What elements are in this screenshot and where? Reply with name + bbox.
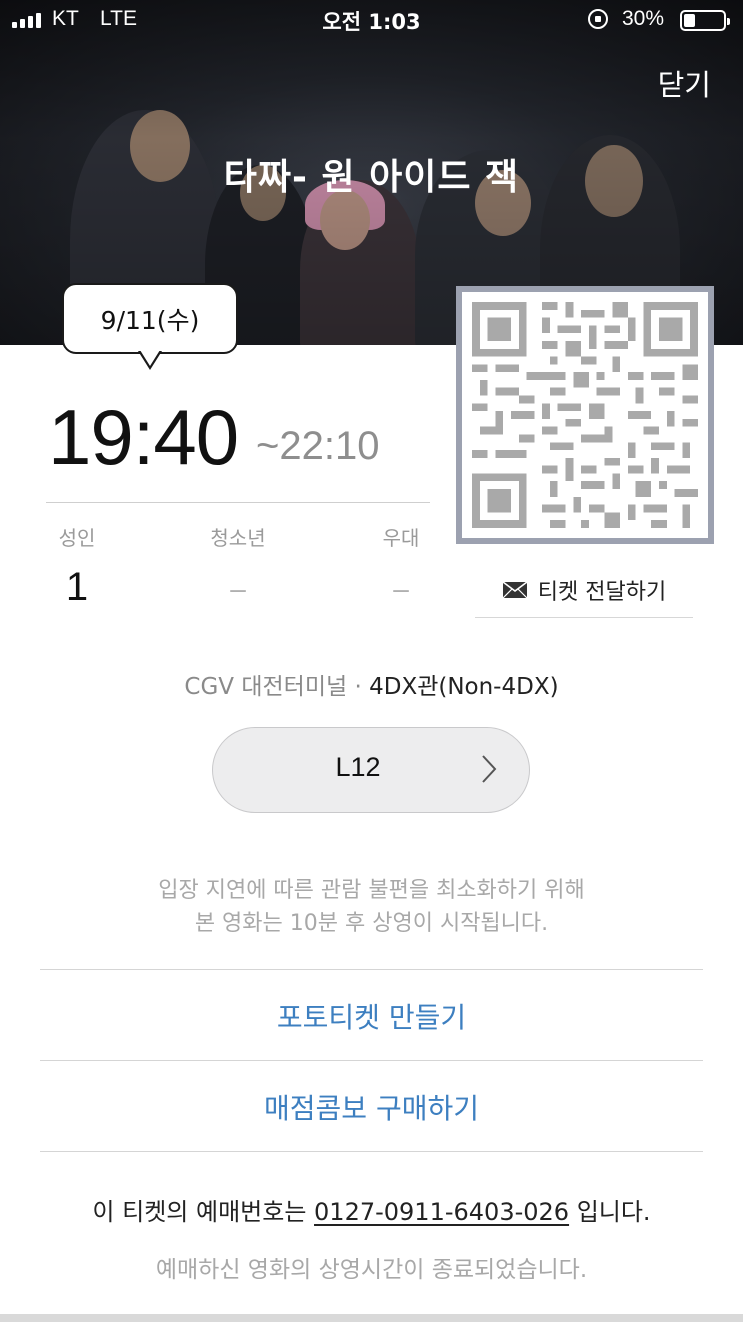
audience-count: – [393, 573, 409, 604]
end-time: ~22:10 [256, 424, 380, 468]
audience-preferential: 우대 – [346, 522, 456, 605]
tooltip-tail-fill [140, 350, 160, 366]
entry-notice: 입장 지연에 따른 관람 불편을 최소화하기 위해 본 영화는 10분 후 상영… [0, 874, 743, 940]
divider [40, 1151, 703, 1152]
battery-icon [680, 10, 730, 31]
seat-number: L12 [335, 752, 381, 782]
notice-line: 본 영화는 10분 후 상영이 시작됩니다. [194, 911, 549, 936]
notice-line: 입장 지연에 따른 관람 불편을 최소화하기 위해 [158, 878, 585, 903]
audience-count: – [230, 573, 246, 604]
ticket-transfer-label: 티켓 전달하기 [537, 579, 667, 605]
start-time: 19:40 [48, 393, 239, 481]
booking-number-text: 이 티켓의 예매번호는 0127-0911-6403-026 입니다. [0, 1192, 743, 1227]
movie-title: 타짜- 원 아이드 잭 [223, 157, 520, 198]
theater-name: CGV 대전터미널 · [184, 674, 370, 700]
photo-ticket-link[interactable]: 포토티켓 만들기 [0, 996, 743, 1036]
qr-code-icon [456, 286, 714, 544]
booking-suffix: 입니다. [569, 1198, 651, 1226]
close-button[interactable]: 닫기 [658, 62, 711, 104]
screening-ended-text: 예매하신 영화의 상영시간이 종료되었습니다. [155, 1257, 588, 1283]
audience-label: 청소년 [210, 526, 266, 550]
seat-button[interactable]: L12 [212, 727, 530, 813]
bottom-edge [0, 1314, 743, 1322]
mail-icon [502, 580, 528, 598]
theater-hall: 4DX관(Non-4DX) [369, 674, 559, 700]
chevron-right-icon [482, 755, 497, 783]
snack-combo-link[interactable]: 매점콤보 구매하기 [0, 1087, 743, 1127]
audience-count: 1 [65, 565, 89, 609]
divider [46, 502, 430, 503]
divider [40, 969, 703, 970]
status-bar: KT LTE 오전 1:03 30% [0, 0, 743, 40]
audience-adult: 성인 1 [22, 522, 132, 610]
qr-code-graphic [472, 302, 698, 528]
audience-label: 우대 [382, 526, 420, 550]
date-tooltip: 9/11(수) [62, 283, 238, 354]
booking-prefix: 이 티켓의 예매번호는 [92, 1198, 315, 1226]
audience-youth: 청소년 – [183, 522, 293, 605]
battery-percent: 30% [622, 7, 665, 30]
show-date: 9/11(수) [100, 305, 200, 335]
audience-label: 성인 [58, 526, 96, 550]
rotation-lock-icon [588, 9, 608, 29]
ticket-transfer-button[interactable]: 티켓 전달하기 [475, 562, 693, 618]
theater-info: CGV 대전터미널 · 4DX관(Non-4DX) [0, 667, 743, 701]
divider [40, 1060, 703, 1061]
booking-number[interactable]: 0127-0911-6403-026 [314, 1198, 569, 1226]
